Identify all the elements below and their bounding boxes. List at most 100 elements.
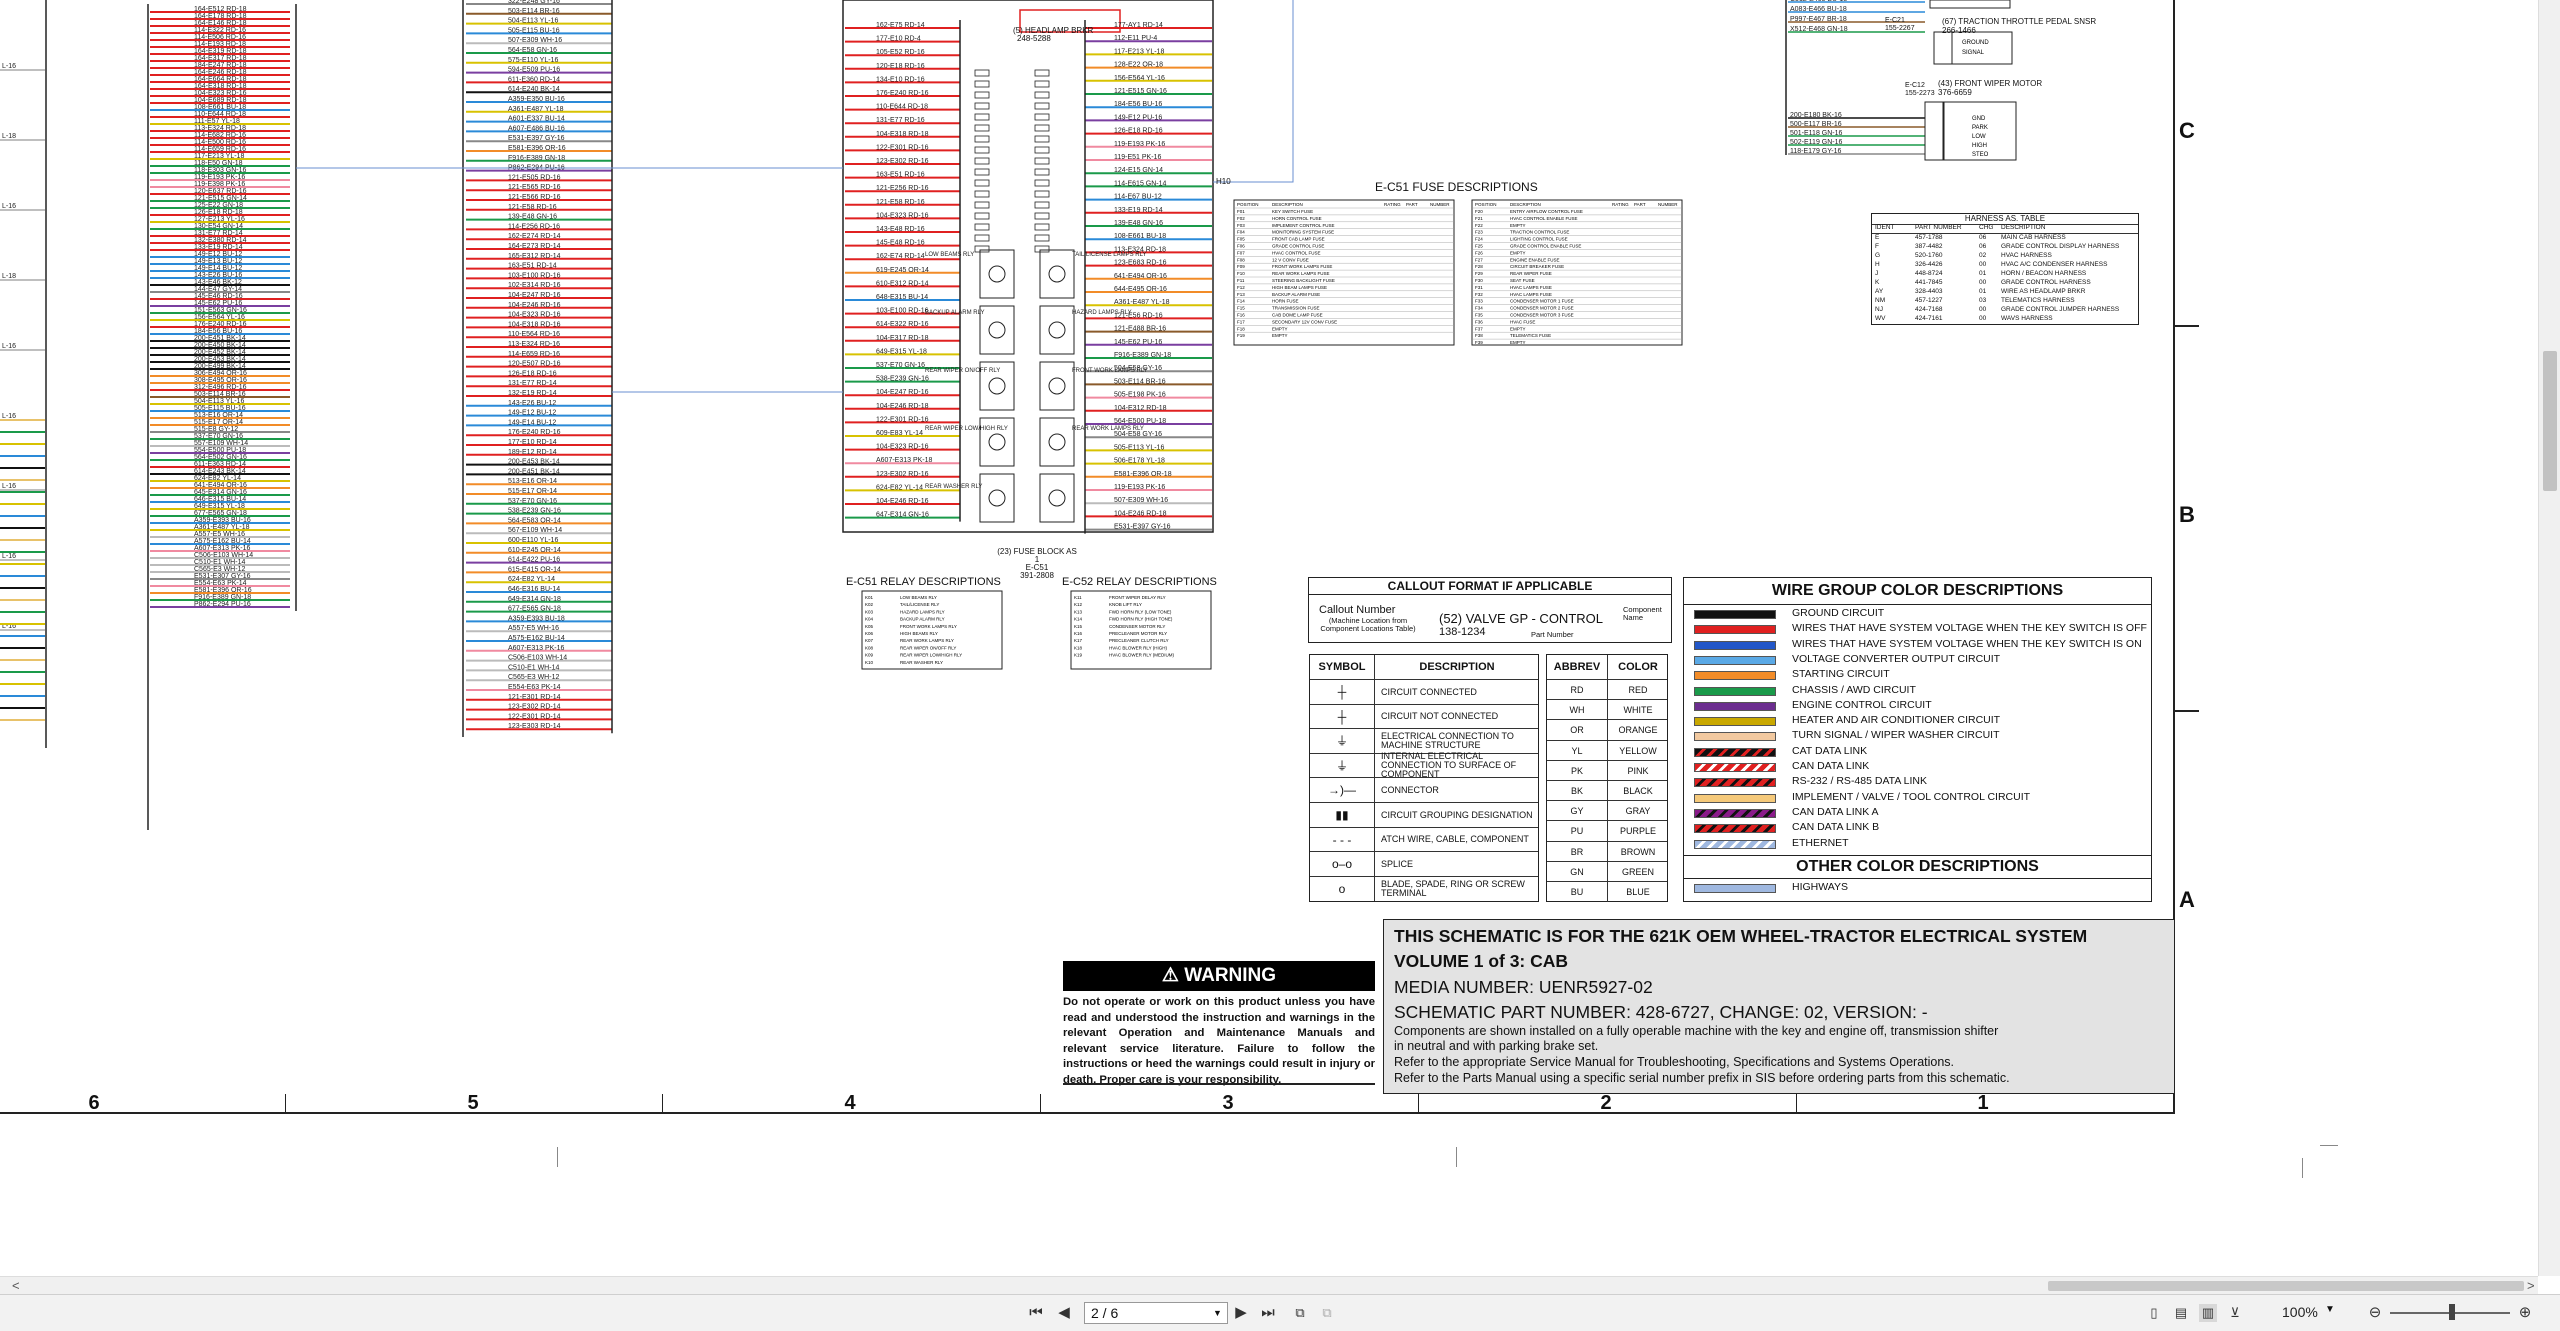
horizontal-scroll-thumb[interactable]	[2048, 1281, 2524, 1291]
abbrev-row: GN GREEN	[1547, 860, 1667, 884]
harness-cell: 00	[1979, 279, 1987, 286]
relay-position: K16	[1074, 631, 1083, 636]
wire-label: 177-E10 RD-14	[508, 439, 557, 446]
fuse-symbol	[1034, 234, 1050, 242]
scroll-left-button[interactable]: <	[12, 1277, 20, 1295]
abbrev-color: YELLOW	[1607, 740, 1668, 761]
single-page-icon[interactable]: ▯	[2145, 1304, 2163, 1322]
wire-label: 119-E193 PK-16	[1114, 484, 1165, 491]
color-swatch	[1694, 686, 1776, 696]
wire-label: E581-E396 OR-16	[508, 145, 566, 152]
throttle-connector: E-C21	[1885, 17, 1905, 24]
wire-label: 645-E314 GN-16	[194, 489, 247, 496]
harness-cell: 448-8724	[1915, 270, 1943, 277]
continuous-icon[interactable]: ▤	[2172, 1304, 2190, 1322]
wire-group-label: CAN DATA LINK A	[1792, 805, 1879, 818]
fuse-description: REAR WORK LAMPS FUSE	[1272, 271, 1330, 276]
throttle-pedal-part: 266-1466	[1942, 26, 1976, 35]
wire-label: F916-E389 GN-18	[1114, 352, 1171, 359]
chevron-down-icon[interactable]: ▼	[1213, 1303, 1222, 1323]
page-trim-mark	[2302, 1158, 2303, 1178]
zoom-in-icon[interactable]: ⊕	[2516, 1304, 2534, 1322]
fuse-position: F07	[1237, 250, 1245, 255]
wire-label: 164-E664 RD-18	[194, 76, 247, 83]
symbol-description: ATCH WIRE, CABLE, COMPONENT	[1374, 827, 1539, 852]
abbrev-code: WH	[1569, 705, 1585, 716]
wire-label: 121-E505 RD-16	[508, 174, 561, 181]
symbol-table: SYMBOL DESCRIPTION ┼ CIRCUIT CONNECTED ┼ CI…	[1309, 654, 1539, 902]
wire-label: 143-E26 BU-12	[508, 400, 556, 407]
wire-label: 104-E247 RD-16	[508, 292, 561, 299]
zoom-level[interactable]: 100%	[2282, 1304, 2318, 1320]
fuse-symbol	[1034, 69, 1050, 77]
harness-cell: K	[1875, 279, 1880, 286]
vertical-scrollbar[interactable]	[2538, 0, 2560, 1276]
wire-group-label: GROUND CIRCUIT	[1792, 607, 1885, 619]
other-color-rows: HIGHWAYS	[1684, 880, 2151, 898]
harness-row: E 457-1788 06 MAIN CAB HARNESS	[1872, 234, 2138, 243]
wire-label: E531-E397 GY-16	[508, 135, 565, 142]
callout-format-box: CALLOUT FORMAT IF APPLICABLE Callout Num…	[1308, 577, 1672, 643]
wire-label: 134-E10 RD-16	[876, 76, 925, 83]
wire-label: 515-E17 OR-14	[194, 419, 243, 426]
relay-description: PRECLEANER MOTOR RLY	[1109, 631, 1167, 636]
vertical-scroll-thumb[interactable]	[2543, 351, 2557, 491]
fuse-symbol	[974, 80, 990, 88]
next-page-icon[interactable]: ▶	[1232, 1304, 1250, 1322]
wire-label: 505-E198 PK-16	[1114, 392, 1166, 399]
color-swatch	[1694, 824, 1776, 834]
fuse-symbol	[1034, 168, 1050, 176]
relay-position: K01	[865, 595, 874, 600]
scroll-right-button[interactable]: >	[2527, 1277, 2535, 1295]
fuse-table-header: DESCRIPTION	[1272, 202, 1303, 207]
relay-description: CONDENSER MOTOR RLY	[1109, 624, 1165, 629]
wire-label: 103-E100 RD-16	[508, 272, 561, 279]
harness-header-cell: PART NUMBER	[1915, 224, 1962, 231]
harness-cell: HVAC A/C CONDENSER HARNESS	[2001, 261, 2108, 268]
page-number-input[interactable]: 2 / 6 ▼	[1084, 1302, 1228, 1324]
cover-icon[interactable]: ⊻	[2226, 1304, 2244, 1322]
abbrev-row: WH WHITE	[1547, 699, 1667, 722]
title-block: THIS SCHEMATIC IS FOR THE 621K OEM WHEEL…	[1383, 919, 2175, 1094]
relay-coil	[988, 377, 1006, 395]
facing-icon[interactable]: ▥	[2199, 1304, 2217, 1322]
relay-description: TAIL/LICENSE RLY	[900, 602, 939, 607]
fuse-position: F20	[1475, 209, 1483, 214]
color-swatch	[1694, 839, 1776, 849]
wire-label: 126-E18 RD-16	[1114, 128, 1163, 135]
fit-page-icon[interactable]: ⧉	[1291, 1304, 1309, 1322]
relay-position: K17	[1074, 638, 1083, 643]
wire-label: L-16	[2, 483, 16, 490]
zone-number-4: 4	[844, 1092, 856, 1114]
first-page-icon[interactable]: ⏮	[1027, 1304, 1045, 1322]
wire-label: A557-E5 WH-16	[194, 531, 245, 538]
wire-label: 131-E77 RD-16	[876, 117, 925, 124]
wire-label: 503-E114 BR-16	[194, 391, 246, 398]
wire-label: 120-E18 RD-16	[876, 63, 925, 70]
fuse-block-part: 391-2808	[1020, 571, 1054, 580]
fit-width-icon[interactable]: ⧉	[1318, 1304, 1336, 1322]
wire-label: 502-E119 GN-16	[1790, 139, 1843, 146]
wire-label: 504-E113 YL-16	[194, 398, 244, 405]
prev-page-icon[interactable]: ◀	[1055, 1304, 1073, 1322]
zoom-dropdown-icon[interactable]: ▼	[2325, 1304, 2335, 1315]
harness-cell: 01	[1979, 288, 1987, 295]
harness-cell: 02	[1979, 252, 1987, 259]
wire-group-label: RS-232 / RS-485 DATA LINK	[1792, 775, 1927, 788]
zoom-out-icon[interactable]: ⊖	[2366, 1304, 2384, 1322]
relay-position: K06	[865, 631, 874, 636]
fuse-symbol	[974, 91, 990, 99]
wire-label: 149-E14 BU-12	[194, 265, 242, 272]
title-note-1: Components are shown installed on a full…	[1394, 1024, 1999, 1038]
zone-divider	[1040, 1094, 1041, 1112]
wire-label: 119-E398 PK-16	[194, 181, 245, 188]
wire-label: 122-E301 RD-16	[876, 416, 929, 423]
last-page-icon[interactable]: ⏭	[1259, 1304, 1277, 1322]
fuse-position: F01	[1237, 209, 1245, 214]
color-swatch	[1694, 808, 1776, 818]
fuse-position: F39	[1475, 340, 1483, 345]
wire-label: 104-E317 RD-18	[876, 335, 929, 342]
zoom-slider-thumb[interactable]	[2449, 1304, 2455, 1320]
horizontal-scrollbar[interactable]: < >	[0, 1276, 2538, 1295]
color-swatch	[1694, 640, 1776, 650]
